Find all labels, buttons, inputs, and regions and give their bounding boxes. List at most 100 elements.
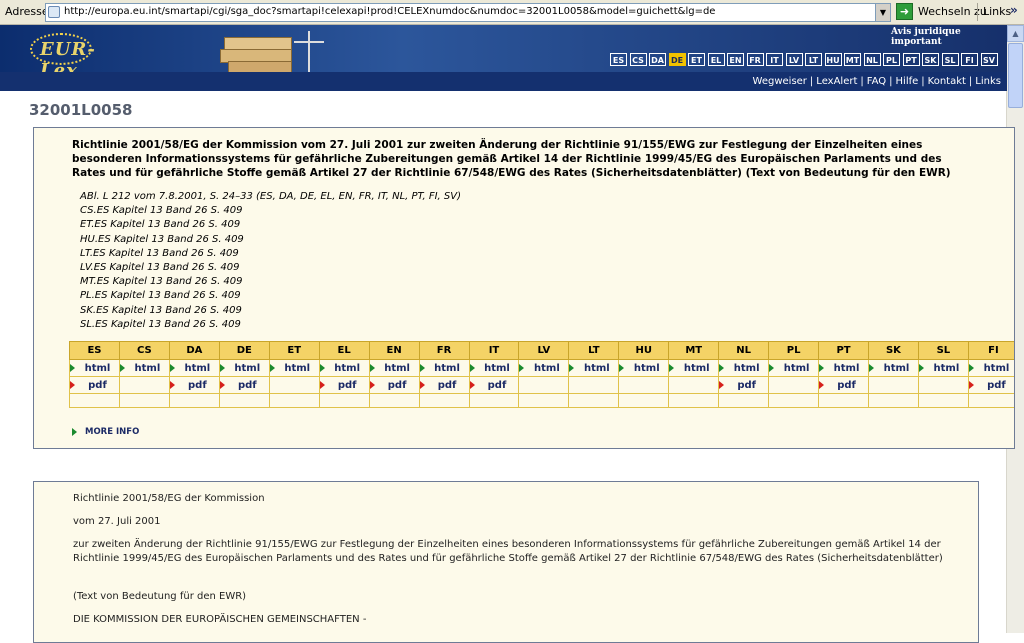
format-lang-da: DA: [168, 341, 220, 360]
html-link-es[interactable]: html: [69, 359, 120, 377]
url-text[interactable]: http://europa.eu.int/smartapi/cgi/sga_do…: [64, 6, 715, 17]
html-link-nl[interactable]: html: [718, 359, 770, 377]
arrow-right-icon: [72, 428, 77, 436]
body-paragraph: vom 27. Juli 2001: [73, 516, 161, 527]
html-link-lt[interactable]: html: [568, 359, 620, 377]
arrow-right-icon: [469, 364, 475, 372]
language-lt[interactable]: LT: [805, 53, 822, 66]
html-link-mt[interactable]: html: [668, 359, 720, 377]
html-link-fi[interactable]: html: [967, 359, 1014, 377]
empty-cell: [418, 393, 470, 408]
language-da[interactable]: DA: [649, 53, 666, 66]
html-link-lv[interactable]: html: [518, 359, 570, 377]
eurlex-banner: EUR-Lex Avis juridique important ES CS DA D…: [0, 25, 1007, 85]
language-sv[interactable]: SV: [980, 53, 998, 66]
language-en[interactable]: EN: [727, 53, 744, 66]
html-link-fr[interactable]: html: [418, 359, 470, 377]
pdf-link-nl[interactable]: pdf: [718, 376, 770, 394]
legal-notice-link[interactable]: Avis juridique important: [891, 27, 1007, 47]
html-link-it[interactable]: html: [468, 359, 520, 377]
language-nl[interactable]: NL: [863, 53, 881, 66]
more-info-link[interactable]: MORE INFO: [72, 427, 139, 437]
html-link-de[interactable]: html: [218, 359, 270, 377]
pdf-link-da[interactable]: pdf: [168, 376, 220, 394]
arrow-right-icon: [968, 381, 974, 389]
url-input[interactable]: http://europa.eu.int/smartapi/cgi/sga_do…: [45, 3, 891, 22]
html-link-hu[interactable]: html: [618, 359, 670, 377]
html-link-da[interactable]: html: [168, 359, 220, 377]
html-link-en[interactable]: html: [368, 359, 420, 377]
pdf-cell-empty: [768, 376, 820, 394]
language-it[interactable]: IT: [766, 53, 783, 66]
nav-link-wegweiser[interactable]: Wegweiser: [753, 76, 807, 87]
reference-line: MT.ES Kapitel 13 Band 26 S. 409: [80, 276, 243, 288]
links-toolbar-button[interactable]: Links: [983, 5, 1011, 18]
format-lang-hu: HU: [618, 341, 670, 360]
language-hu[interactable]: HU: [824, 53, 842, 66]
language-pt[interactable]: PT: [902, 53, 920, 66]
toolbar-overflow-button[interactable]: »: [1010, 3, 1018, 17]
language-et[interactable]: ET: [688, 53, 705, 66]
arrow-right-icon: [319, 381, 325, 389]
pdf-link-en[interactable]: pdf: [368, 376, 420, 394]
language-cs[interactable]: CS: [629, 53, 647, 66]
nav-link-lexalert[interactable]: LexAlert: [816, 76, 857, 87]
pdf-link-fi[interactable]: pdf: [967, 376, 1014, 394]
language-es[interactable]: ES: [610, 53, 627, 66]
html-link-pt[interactable]: html: [818, 359, 869, 377]
reference-line: CS.ES Kapitel 13 Band 26 S. 409: [80, 205, 243, 217]
nav-link-faq[interactable]: FAQ: [867, 76, 886, 87]
reference-line: LT.ES Kapitel 13 Band 26 S. 409: [80, 247, 239, 259]
nav-link-hilfe[interactable]: Hilfe: [896, 76, 919, 87]
eurlex-logo[interactable]: EUR-Lex: [30, 33, 95, 81]
empty-cell: [118, 393, 170, 408]
arrow-right-icon: [819, 381, 825, 389]
html-link-pl[interactable]: html: [768, 359, 820, 377]
arrow-right-icon: [169, 381, 175, 389]
language-de[interactable]: DE: [668, 53, 686, 66]
arrow-right-icon: [869, 364, 874, 372]
nav-separator: |: [968, 76, 973, 87]
reference-line: ABl. L 212 vom 7.8.2001, S. 24–33 (ES, D…: [80, 191, 461, 202]
nav-link-kontakt[interactable]: Kontakt: [928, 76, 966, 87]
pdf-cell-empty: [518, 376, 570, 394]
arrow-right-icon: [619, 364, 625, 372]
pdf-link-fr[interactable]: pdf: [418, 376, 470, 394]
language-sk[interactable]: SK: [922, 53, 939, 66]
language-lv[interactable]: LV: [785, 53, 803, 66]
pdf-link-de[interactable]: pdf: [218, 376, 270, 394]
pdf-link-el[interactable]: pdf: [318, 376, 370, 394]
html-link-sl[interactable]: html: [917, 359, 969, 377]
language-sl[interactable]: SL: [941, 53, 959, 66]
format-lang-en: EN: [368, 341, 420, 360]
format-lang-fi: FI: [967, 341, 1014, 360]
language-fi[interactable]: FI: [961, 53, 978, 66]
scroll-up-icon[interactable]: ▲: [1007, 25, 1024, 42]
empty-cell: [868, 393, 919, 408]
go-arrow-icon[interactable]: ➜: [896, 3, 913, 20]
format-lang-el: EL: [318, 341, 370, 360]
scroll-thumb[interactable]: [1008, 43, 1023, 108]
arrow-right-icon: [519, 364, 525, 372]
nav-link-links[interactable]: Links: [975, 76, 1001, 87]
language-el[interactable]: EL: [707, 53, 725, 66]
html-link-cs[interactable]: html: [118, 359, 170, 377]
document-body-panel: Richtlinie 2001/58/EG der Kommission vom …: [33, 481, 979, 643]
pdf-link-pt[interactable]: pdf: [818, 376, 869, 394]
more-info-label[interactable]: MORE INFO: [85, 427, 139, 437]
language-pl[interactable]: PL: [883, 53, 900, 66]
html-link-el[interactable]: html: [318, 359, 370, 377]
html-link-et[interactable]: html: [268, 359, 320, 377]
body-paragraph: zur zweiten Änderung der Richtlinie 91/1…: [73, 539, 943, 564]
chevron-down-icon[interactable]: ▼: [875, 4, 890, 21]
language-mt[interactable]: MT: [844, 53, 861, 66]
pdf-link-it[interactable]: pdf: [468, 376, 520, 394]
pdf-cell-empty: [917, 376, 969, 394]
top-navigation: Wegweiser | LexAlert | FAQ | Hilfe | Kontakt | Lin…: [0, 72, 1007, 91]
empty-cell: [518, 393, 570, 408]
official-journal-references: ABl. L 212 vom 7.8.2001, S. 24–33 (ES, D…: [80, 190, 461, 332]
pdf-link-es[interactable]: pdf: [69, 376, 120, 394]
html-link-sk[interactable]: html: [868, 359, 919, 377]
arrow-right-icon: [419, 381, 425, 389]
language-fr[interactable]: FR: [746, 53, 764, 66]
